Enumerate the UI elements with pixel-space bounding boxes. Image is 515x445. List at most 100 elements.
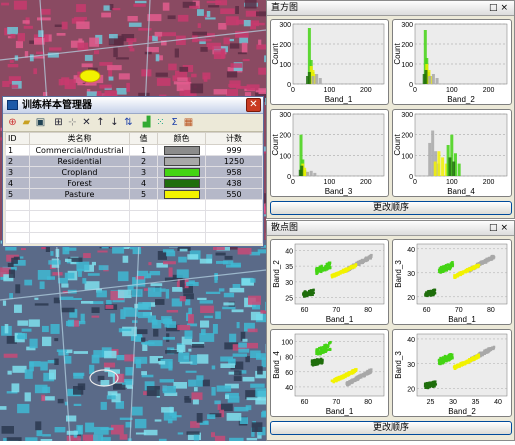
x-tick-label: 60 bbox=[301, 399, 309, 406]
color-swatch[interactable] bbox=[164, 146, 200, 155]
column-header-count[interactable]: 计数 bbox=[206, 133, 263, 145]
split-icon[interactable]: ⊞ bbox=[52, 116, 65, 130]
histogram-chart-band-3[interactable]: 01002003000100200Band_3Count bbox=[270, 109, 389, 197]
x-tick-label: 100 bbox=[324, 179, 336, 186]
histogram-bar bbox=[458, 164, 461, 176]
y-tick-label: 200 bbox=[279, 133, 291, 140]
color-swatch[interactable] bbox=[164, 157, 200, 166]
scatter-point bbox=[320, 271, 322, 273]
close-button[interactable]: ✕ bbox=[246, 98, 261, 112]
column-header-color[interactable]: 颜色 bbox=[158, 133, 206, 145]
delete-icon[interactable]: ✕ bbox=[80, 116, 93, 130]
y-tick-label: 100 bbox=[401, 153, 413, 160]
scatter-point bbox=[431, 292, 433, 294]
color-swatch[interactable] bbox=[164, 190, 200, 199]
table-row[interactable]: 4Forest4438 bbox=[6, 178, 263, 189]
scatter-point bbox=[361, 261, 363, 263]
split-alt-icon[interactable]: ⊹ bbox=[66, 116, 79, 130]
scatter-change-order-button[interactable]: 更改顺序 bbox=[270, 421, 512, 435]
restore-icon[interactable]: □ bbox=[489, 223, 501, 233]
x-axis-label: Band_1 bbox=[325, 95, 353, 104]
scatter-point bbox=[348, 383, 350, 385]
scatter-point bbox=[440, 359, 442, 361]
x-tick-label: 200 bbox=[360, 179, 372, 186]
row-color[interactable] bbox=[158, 167, 206, 178]
histogram-bar bbox=[319, 78, 322, 84]
x-tick-label: 100 bbox=[446, 179, 458, 186]
scatter-icon[interactable]: ⁙ bbox=[154, 116, 167, 130]
table-row[interactable]: 2Residential21250 bbox=[6, 156, 263, 167]
histogram-change-order-button[interactable]: 更改顺序 bbox=[270, 201, 512, 215]
dialog-titlebar[interactable]: 训练样本管理器 ✕ bbox=[3, 97, 263, 114]
scatter-point bbox=[442, 268, 444, 270]
histogram-icon[interactable]: ▟ bbox=[140, 116, 153, 130]
scatter-chart-band1-band2[interactable]: 25303540607080Band_1Band_2 bbox=[270, 239, 389, 325]
scatter-point bbox=[466, 269, 468, 271]
y-tick-label: 80 bbox=[285, 355, 293, 362]
x-tick-label: 0 bbox=[291, 87, 295, 94]
row-value: 3 bbox=[130, 167, 158, 178]
close-icon[interactable]: × bbox=[500, 223, 511, 233]
close-icon[interactable]: × bbox=[500, 3, 511, 13]
open-icon[interactable]: ▰ bbox=[20, 116, 33, 130]
histogram-chart-band-1[interactable]: 01002003000100200Band_1Count bbox=[270, 19, 389, 105]
scatter-chart-band1-band3[interactable]: 203040607080Band_1Band_3 bbox=[392, 239, 512, 325]
column-header-class-name[interactable]: 类名称 bbox=[30, 133, 130, 145]
row-id: 5 bbox=[6, 189, 30, 200]
y-tick-label: 40 bbox=[407, 247, 415, 254]
evaluate-icon[interactable]: ▦ bbox=[182, 116, 195, 130]
x-tick-label: 70 bbox=[332, 307, 340, 314]
row-color[interactable] bbox=[158, 156, 206, 167]
move-down-icon[interactable]: ↓ bbox=[108, 116, 121, 130]
x-tick-label: 25 bbox=[427, 399, 435, 406]
scatter-chart-band1-band4[interactable]: 406080100607080Band_1Band_4 bbox=[270, 329, 389, 417]
row-color[interactable] bbox=[158, 145, 206, 156]
scatter-point bbox=[316, 352, 318, 354]
histogram-bar bbox=[428, 76, 431, 84]
column-header-id[interactable]: ID bbox=[6, 133, 30, 145]
scatter-chart-band2-band3[interactable]: 20304025303540Band_2Band_3 bbox=[392, 329, 512, 417]
sigma-icon[interactable]: Σ bbox=[168, 116, 181, 130]
scatter-point bbox=[365, 257, 367, 259]
x-tick-label: 60 bbox=[423, 307, 431, 314]
y-tick-label: 30 bbox=[285, 280, 293, 287]
scatter-point bbox=[352, 266, 354, 268]
restore-icon[interactable]: □ bbox=[489, 3, 501, 13]
training-polygon-yellow bbox=[80, 70, 100, 82]
scatter-point bbox=[345, 270, 347, 272]
column-header-value[interactable]: 值 bbox=[130, 133, 158, 145]
color-swatch[interactable] bbox=[164, 168, 200, 177]
histogram-bar bbox=[315, 74, 318, 84]
scatter-point bbox=[311, 294, 313, 296]
move-up-icon[interactable]: ↑ bbox=[94, 116, 107, 130]
table-row[interactable]: 5Pasture5550 bbox=[6, 189, 263, 200]
histogram-chart-band-4[interactable]: 01002003000100200Band_4Count bbox=[392, 109, 512, 197]
row-color[interactable] bbox=[158, 189, 206, 200]
scatter-panel-title[interactable]: 散点图 □× bbox=[267, 221, 514, 236]
scatter-point bbox=[490, 347, 492, 349]
histogram-bar bbox=[306, 172, 309, 176]
y-axis-label: Count bbox=[393, 43, 402, 65]
training-sample-manager-dialog: 训练样本管理器 ✕ ⊕ ▰ ▣ ⊞ ⊹ ✕ ↑ ↓ ⇅ ▟ ⁙ Σ ▦ ID 类… bbox=[2, 96, 264, 247]
scatter-point bbox=[425, 293, 427, 295]
x-tick-label: 60 bbox=[301, 307, 309, 314]
scatter-point bbox=[336, 272, 338, 274]
row-color[interactable] bbox=[158, 178, 206, 189]
merge-icon[interactable]: ⊕ bbox=[6, 116, 19, 130]
histogram-panel-title[interactable]: 直方图 □× bbox=[267, 1, 514, 16]
row-count: 958 bbox=[206, 167, 263, 178]
y-tick-label: 40 bbox=[285, 248, 293, 255]
save-icon[interactable]: ▣ bbox=[34, 116, 47, 130]
scatter-point bbox=[458, 363, 460, 365]
x-tick-label: 35 bbox=[472, 399, 480, 406]
scatter-point bbox=[454, 367, 456, 369]
x-tick-label: 70 bbox=[455, 307, 463, 314]
table-row[interactable]: 3Cropland3958 bbox=[6, 167, 263, 178]
histogram-chart-band-2[interactable]: 01002003000100200Band_2Count bbox=[392, 19, 512, 105]
scatter-point bbox=[329, 267, 331, 269]
color-swatch[interactable] bbox=[164, 179, 200, 188]
row-id: 2 bbox=[6, 156, 30, 167]
sort-icon[interactable]: ⇅ bbox=[122, 116, 135, 130]
scatter-point bbox=[461, 362, 463, 364]
table-row[interactable]: 1Commercial/Industrial1999 bbox=[6, 145, 263, 156]
